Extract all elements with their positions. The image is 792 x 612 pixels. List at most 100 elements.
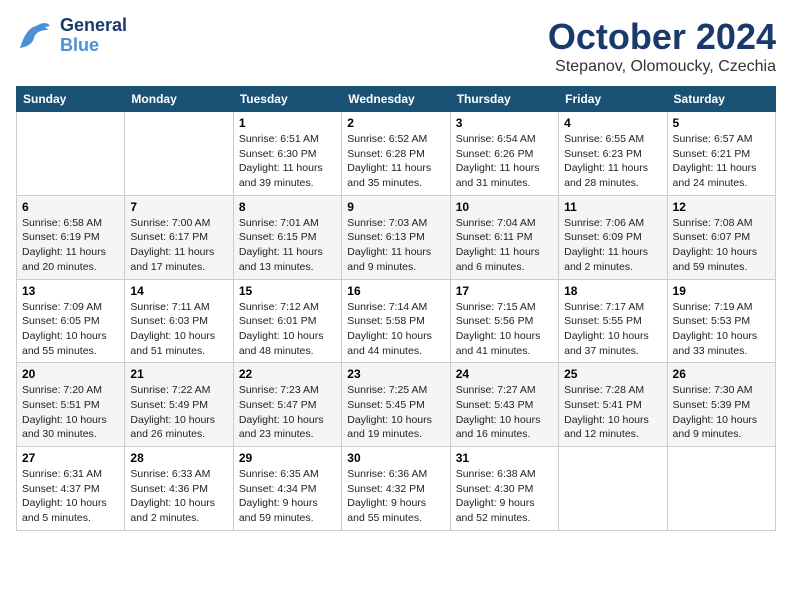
day-number: 16 bbox=[347, 284, 444, 298]
calendar-cell: 27 Sunrise: 6:31 AM Sunset: 4:37 PM Dayli… bbox=[17, 447, 125, 531]
day-number: 9 bbox=[347, 200, 444, 214]
weekday-header: Saturday bbox=[667, 87, 775, 112]
day-number: 27 bbox=[22, 451, 119, 465]
day-number: 26 bbox=[673, 367, 770, 381]
logo: General Blue bbox=[16, 16, 127, 56]
day-info: Sunrise: 7:03 AM Sunset: 6:13 PM Dayligh… bbox=[347, 216, 444, 275]
day-number: 13 bbox=[22, 284, 119, 298]
calendar-cell: 29 Sunrise: 6:35 AM Sunset: 4:34 PM Dayli… bbox=[233, 447, 341, 531]
calendar-cell bbox=[559, 447, 667, 531]
day-number: 23 bbox=[347, 367, 444, 381]
day-info: Sunrise: 7:09 AM Sunset: 6:05 PM Dayligh… bbox=[22, 300, 119, 359]
day-number: 7 bbox=[130, 200, 227, 214]
day-number: 17 bbox=[456, 284, 553, 298]
calendar-week-row: 6 Sunrise: 6:58 AM Sunset: 6:19 PM Daylig… bbox=[17, 195, 776, 279]
day-number: 14 bbox=[130, 284, 227, 298]
day-number: 28 bbox=[130, 451, 227, 465]
day-number: 20 bbox=[22, 367, 119, 381]
title-block: October 2024 Stepanov, Olomoucky, Czechi… bbox=[548, 16, 776, 76]
weekday-header: Thursday bbox=[450, 87, 558, 112]
calendar-cell: 22 Sunrise: 7:23 AM Sunset: 5:47 PM Dayli… bbox=[233, 363, 341, 447]
weekday-header: Sunday bbox=[17, 87, 125, 112]
day-number: 21 bbox=[130, 367, 227, 381]
day-info: Sunrise: 7:23 AM Sunset: 5:47 PM Dayligh… bbox=[239, 383, 336, 442]
day-info: Sunrise: 6:51 AM Sunset: 6:30 PM Dayligh… bbox=[239, 132, 336, 191]
day-info: Sunrise: 6:57 AM Sunset: 6:21 PM Dayligh… bbox=[673, 132, 770, 191]
calendar-cell: 20 Sunrise: 7:20 AM Sunset: 5:51 PM Dayli… bbox=[17, 363, 125, 447]
logo-blue: Blue bbox=[60, 36, 127, 56]
day-number: 2 bbox=[347, 116, 444, 130]
page-header: General Blue October 2024 Stepanov, Olom… bbox=[16, 16, 776, 76]
weekday-header: Monday bbox=[125, 87, 233, 112]
day-info: Sunrise: 7:22 AM Sunset: 5:49 PM Dayligh… bbox=[130, 383, 227, 442]
day-info: Sunrise: 7:17 AM Sunset: 5:55 PM Dayligh… bbox=[564, 300, 661, 359]
day-number: 3 bbox=[456, 116, 553, 130]
day-number: 10 bbox=[456, 200, 553, 214]
calendar-cell: 28Sunrise: 6:33 AM Sunset: 4:36 PM Dayli… bbox=[125, 447, 233, 531]
weekday-header-row: SundayMondayTuesdayWednesdayThursdayFrid… bbox=[17, 87, 776, 112]
day-info: Sunrise: 6:36 AM Sunset: 4:32 PM Dayligh… bbox=[347, 467, 444, 526]
calendar-cell: 8Sunrise: 7:01 AM Sunset: 6:15 PM Daylig… bbox=[233, 195, 341, 279]
logo-general: General bbox=[60, 16, 127, 36]
weekday-header: Wednesday bbox=[342, 87, 450, 112]
day-info: Sunrise: 7:30 AM Sunset: 5:39 PM Dayligh… bbox=[673, 383, 770, 442]
calendar-cell: 17 Sunrise: 7:15 AM Sunset: 5:56 PM Dayli… bbox=[450, 279, 558, 363]
day-info: Sunrise: 7:25 AM Sunset: 5:45 PM Dayligh… bbox=[347, 383, 444, 442]
calendar-cell bbox=[125, 112, 233, 196]
location-subtitle: Stepanov, Olomoucky, Czechia bbox=[548, 58, 776, 76]
calendar-cell: 5 Sunrise: 6:57 AM Sunset: 6:21 PM Daylig… bbox=[667, 112, 775, 196]
calendar-cell: 23 Sunrise: 7:25 AM Sunset: 5:45 PM Dayli… bbox=[342, 363, 450, 447]
day-number: 12 bbox=[673, 200, 770, 214]
day-number: 6 bbox=[22, 200, 119, 214]
day-number: 31 bbox=[456, 451, 553, 465]
calendar-cell: 16Sunrise: 7:14 AM Sunset: 5:58 PM Dayli… bbox=[342, 279, 450, 363]
calendar-cell: 13 Sunrise: 7:09 AM Sunset: 6:05 PM Dayli… bbox=[17, 279, 125, 363]
calendar-cell: 11 Sunrise: 7:06 AM Sunset: 6:09 PM Dayli… bbox=[559, 195, 667, 279]
day-info: Sunrise: 7:28 AM Sunset: 5:41 PM Dayligh… bbox=[564, 383, 661, 442]
day-info: Sunrise: 7:01 AM Sunset: 6:15 PM Dayligh… bbox=[239, 216, 336, 275]
day-number: 29 bbox=[239, 451, 336, 465]
day-number: 4 bbox=[564, 116, 661, 130]
day-info: Sunrise: 7:06 AM Sunset: 6:09 PM Dayligh… bbox=[564, 216, 661, 275]
calendar-cell: 31 Sunrise: 6:38 AM Sunset: 4:30 PM Dayli… bbox=[450, 447, 558, 531]
calendar-cell: 4 Sunrise: 6:55 AM Sunset: 6:23 PM Daylig… bbox=[559, 112, 667, 196]
calendar-cell: 1 Sunrise: 6:51 AM Sunset: 6:30 PM Daylig… bbox=[233, 112, 341, 196]
calendar-cell: 2 Sunrise: 6:52 AM Sunset: 6:28 PM Daylig… bbox=[342, 112, 450, 196]
calendar-week-row: 13 Sunrise: 7:09 AM Sunset: 6:05 PM Dayli… bbox=[17, 279, 776, 363]
calendar-cell: 18Sunrise: 7:17 AM Sunset: 5:55 PM Dayli… bbox=[559, 279, 667, 363]
day-info: Sunrise: 7:11 AM Sunset: 6:03 PM Dayligh… bbox=[130, 300, 227, 359]
day-number: 24 bbox=[456, 367, 553, 381]
calendar-week-row: 20 Sunrise: 7:20 AM Sunset: 5:51 PM Dayli… bbox=[17, 363, 776, 447]
day-info: Sunrise: 7:20 AM Sunset: 5:51 PM Dayligh… bbox=[22, 383, 119, 442]
calendar-cell: 12 Sunrise: 7:08 AM Sunset: 6:07 PM Dayli… bbox=[667, 195, 775, 279]
day-number: 11 bbox=[564, 200, 661, 214]
calendar-cell: 24 Sunrise: 7:27 AM Sunset: 5:43 PM Dayli… bbox=[450, 363, 558, 447]
day-number: 22 bbox=[239, 367, 336, 381]
day-info: Sunrise: 7:19 AM Sunset: 5:53 PM Dayligh… bbox=[673, 300, 770, 359]
calendar-cell: 19Sunrise: 7:19 AM Sunset: 5:53 PM Dayli… bbox=[667, 279, 775, 363]
month-title: October 2024 bbox=[548, 16, 776, 58]
calendar-cell: 10 Sunrise: 7:04 AM Sunset: 6:11 PM Dayli… bbox=[450, 195, 558, 279]
calendar-cell: 25Sunrise: 7:28 AM Sunset: 5:41 PM Dayli… bbox=[559, 363, 667, 447]
day-info: Sunrise: 6:55 AM Sunset: 6:23 PM Dayligh… bbox=[564, 132, 661, 191]
day-number: 5 bbox=[673, 116, 770, 130]
day-info: Sunrise: 6:35 AM Sunset: 4:34 PM Dayligh… bbox=[239, 467, 336, 526]
day-number: 1 bbox=[239, 116, 336, 130]
day-info: Sunrise: 7:04 AM Sunset: 6:11 PM Dayligh… bbox=[456, 216, 553, 275]
day-info: Sunrise: 6:38 AM Sunset: 4:30 PM Dayligh… bbox=[456, 467, 553, 526]
day-info: Sunrise: 7:15 AM Sunset: 5:56 PM Dayligh… bbox=[456, 300, 553, 359]
day-info: Sunrise: 6:31 AM Sunset: 4:37 PM Dayligh… bbox=[22, 467, 119, 526]
day-info: Sunrise: 6:58 AM Sunset: 6:19 PM Dayligh… bbox=[22, 216, 119, 275]
day-info: Sunrise: 6:52 AM Sunset: 6:28 PM Dayligh… bbox=[347, 132, 444, 191]
calendar-cell: 6 Sunrise: 6:58 AM Sunset: 6:19 PM Daylig… bbox=[17, 195, 125, 279]
day-info: Sunrise: 7:27 AM Sunset: 5:43 PM Dayligh… bbox=[456, 383, 553, 442]
calendar-table: SundayMondayTuesdayWednesdayThursdayFrid… bbox=[16, 86, 776, 531]
day-number: 30 bbox=[347, 451, 444, 465]
calendar-cell: 21 Sunrise: 7:22 AM Sunset: 5:49 PM Dayli… bbox=[125, 363, 233, 447]
calendar-cell: 7 Sunrise: 7:00 AM Sunset: 6:17 PM Daylig… bbox=[125, 195, 233, 279]
day-info: Sunrise: 7:08 AM Sunset: 6:07 PM Dayligh… bbox=[673, 216, 770, 275]
calendar-cell: 3Sunrise: 6:54 AM Sunset: 6:26 PM Daylig… bbox=[450, 112, 558, 196]
calendar-cell bbox=[17, 112, 125, 196]
day-info: Sunrise: 7:00 AM Sunset: 6:17 PM Dayligh… bbox=[130, 216, 227, 275]
weekday-header: Tuesday bbox=[233, 87, 341, 112]
